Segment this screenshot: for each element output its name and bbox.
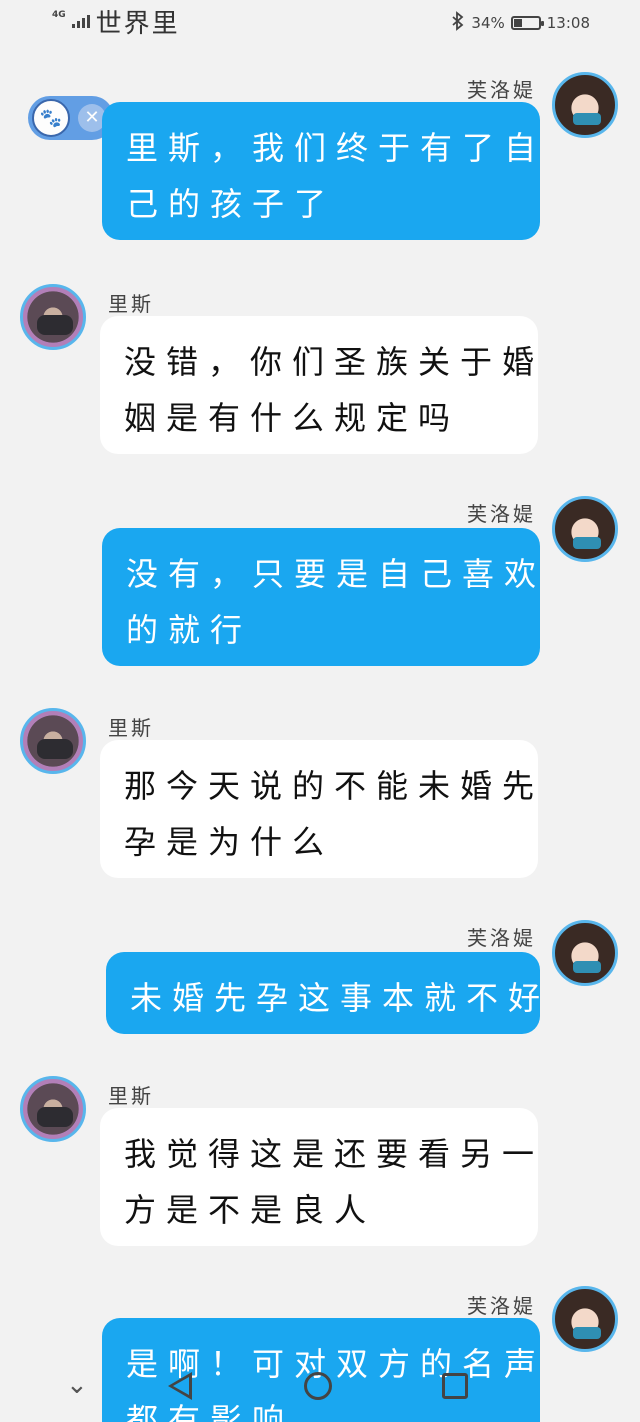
home-icon[interactable] bbox=[304, 1372, 332, 1400]
carrier-name: 世界里 bbox=[95, 8, 180, 39]
status-bar: 4G 世界里 34% 13:08 bbox=[0, 0, 640, 46]
message-text-line: 孕是为什么 bbox=[124, 823, 335, 861]
message-bubble[interactable]: 没有，只要是自己喜欢 的就行 bbox=[102, 528, 540, 666]
message-text-line: 那今天说的不能未婚先 bbox=[124, 767, 545, 805]
message-text-line: 里斯，我们终于有了自 bbox=[126, 129, 547, 167]
message-text-line: 没有，只要是自己喜欢 bbox=[126, 555, 547, 593]
battery-icon bbox=[510, 16, 544, 30]
chat-screen: 4G 世界里 34% 13:08 🐾 ✕ 芙洛媞 里斯，我们终于有了自 己的孩子了里… bbox=[0, 0, 640, 1422]
message-text-line: 己的孩子了 bbox=[126, 185, 337, 223]
message-text-line: 我觉得这是还要看另一 bbox=[124, 1135, 545, 1173]
navigation-bar: ⌄ bbox=[0, 1360, 640, 1422]
signal-icon bbox=[71, 14, 90, 28]
sender-name: 芙洛媞 bbox=[467, 502, 536, 526]
sender-name: 芙洛媞 bbox=[467, 78, 536, 102]
clock: 13:08 bbox=[546, 14, 590, 32]
message-list[interactable]: 芙洛媞 里斯，我们终于有了自 己的孩子了 里斯 没错，你们圣族关于婚 姻是有什么规定吗 芙洛… bbox=[0, 46, 640, 1422]
battery-fill bbox=[513, 19, 522, 27]
message-text-line: 方是不是良人 bbox=[124, 1191, 377, 1229]
sender-name: 里斯 bbox=[108, 292, 154, 316]
battery-percent: 34% bbox=[471, 14, 505, 32]
avatar[interactable] bbox=[20, 1076, 86, 1142]
avatar[interactable] bbox=[20, 284, 86, 350]
avatar[interactable] bbox=[552, 72, 618, 138]
chevron-down-icon[interactable]: ⌄ bbox=[66, 1370, 88, 1400]
avatar[interactable] bbox=[20, 708, 86, 774]
sender-name: 里斯 bbox=[108, 1084, 154, 1108]
status-right: 34% 13:08 bbox=[451, 10, 590, 36]
message-bubble[interactable]: 里斯，我们终于有了自 己的孩子了 bbox=[102, 102, 540, 240]
sender-name: 里斯 bbox=[108, 716, 154, 740]
message-bubble[interactable]: 那今天说的不能未婚先 孕是为什么 bbox=[100, 740, 538, 878]
recent-apps-icon[interactable] bbox=[442, 1373, 468, 1399]
message-text-line: 未婚先孕这事本就不好 bbox=[130, 979, 551, 1017]
avatar[interactable] bbox=[552, 1286, 618, 1352]
message-bubble[interactable]: 未婚先孕这事本就不好 bbox=[106, 952, 540, 1034]
avatar[interactable] bbox=[552, 496, 618, 562]
bluetooth-icon bbox=[451, 11, 465, 35]
message-text-line: 姻是有什么规定吗 bbox=[124, 399, 461, 437]
sender-name: 芙洛媞 bbox=[467, 1294, 536, 1318]
message-bubble[interactable]: 没错，你们圣族关于婚 姻是有什么规定吗 bbox=[100, 316, 538, 454]
back-icon[interactable] bbox=[168, 1372, 192, 1400]
message-text-line: 没错，你们圣族关于婚 bbox=[124, 343, 545, 381]
message-text-line: 的就行 bbox=[126, 611, 253, 649]
status-left: 4G 世界里 bbox=[52, 4, 180, 39]
avatar[interactable] bbox=[552, 920, 618, 986]
message-bubble[interactable]: 我觉得这是还要看另一 方是不是良人 bbox=[100, 1108, 538, 1246]
sender-name: 芙洛媞 bbox=[467, 926, 536, 950]
network-type: 4G bbox=[52, 10, 66, 20]
